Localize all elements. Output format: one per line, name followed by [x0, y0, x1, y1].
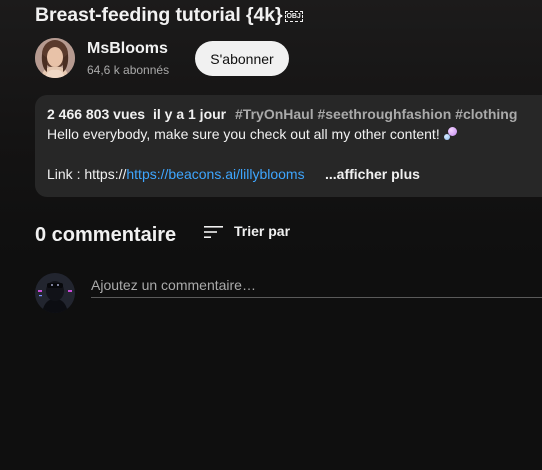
video-title: Breast-feeding tutorial {4k} OBJ: [35, 4, 303, 27]
show-more-button[interactable]: ...afficher plus: [325, 166, 420, 182]
comment-input[interactable]: [91, 273, 542, 298]
sort-icon[interactable]: [204, 225, 224, 239]
obj-glyph: OBJ: [284, 11, 303, 22]
user-avatar-image: [35, 273, 75, 313]
description-text: Hello everybody, make sure you check out…: [47, 126, 440, 142]
sort-button[interactable]: Trier par: [234, 223, 290, 239]
hashtags[interactable]: #TryOnHaul #seethroughfashion #clothing: [235, 106, 517, 122]
description-link[interactable]: https://beacons.ai/lillyblooms: [126, 166, 304, 182]
bubbles-emoji-icon: [443, 127, 458, 141]
channel-avatar[interactable]: [35, 38, 75, 78]
upload-age: il y a 1 jour: [152, 106, 227, 122]
channel-name[interactable]: MsBlooms: [87, 40, 168, 58]
description-meta: 2 466 803 vues il y a 1 jour #TryOnHaul …: [47, 106, 517, 122]
description-line: Hello everybody, make sure you check out…: [47, 126, 458, 142]
channel-avatar-image: [35, 38, 75, 78]
comments-count: 0 commentaire: [35, 224, 177, 246]
view-count: 2 466 803 vues: [47, 106, 146, 122]
subscribe-button[interactable]: S'abonner: [195, 41, 289, 76]
user-avatar: [35, 273, 75, 313]
subscriber-count: 64,6 k abonnés: [87, 63, 170, 77]
video-title-text: Breast-feeding tutorial {4k}: [35, 4, 283, 26]
link-prefix: Link : https://: [47, 166, 127, 182]
